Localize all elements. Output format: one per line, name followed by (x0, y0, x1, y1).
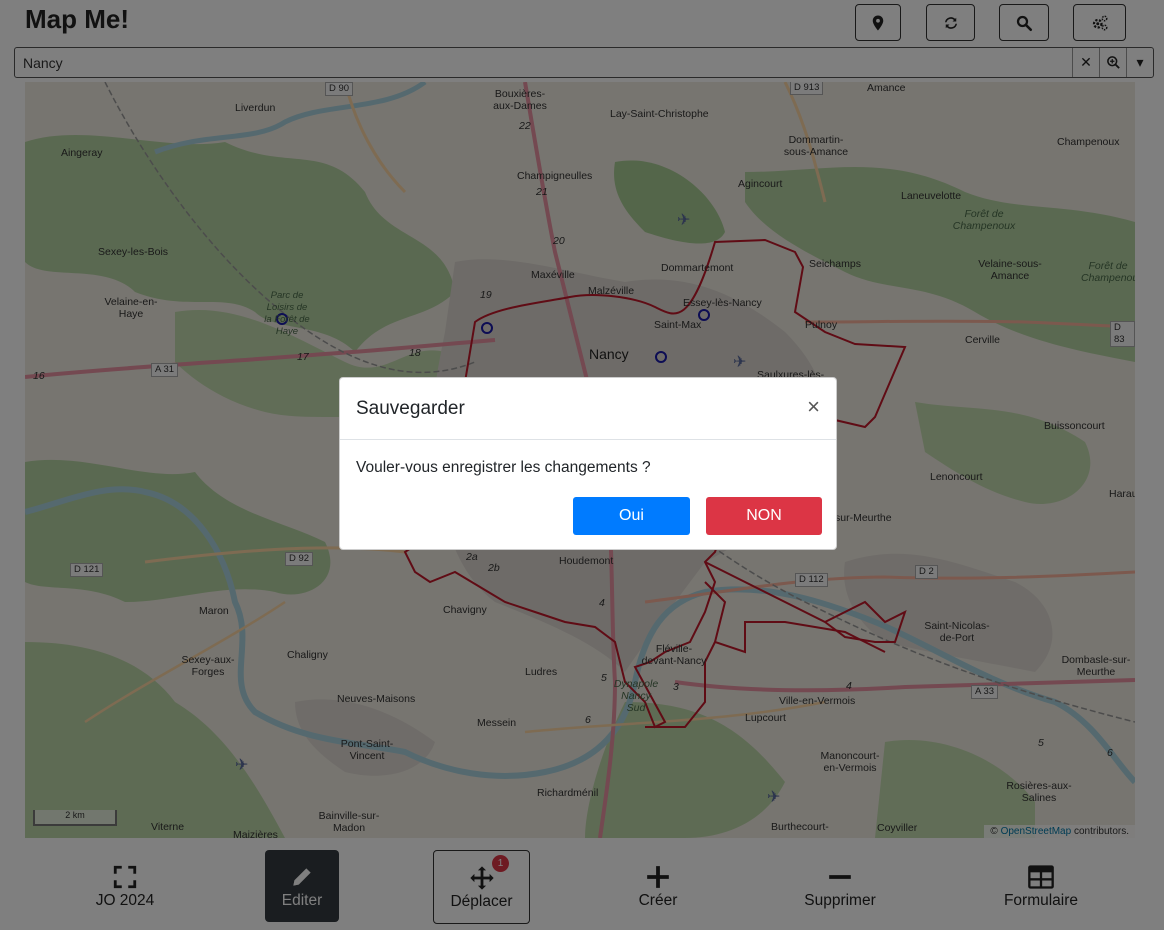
confirm-button[interactable]: Oui (573, 497, 690, 535)
dialog-title: Sauvegarder (356, 398, 465, 419)
save-dialog: Sauvegarder × Vouler-vous enregistrer le… (339, 377, 837, 550)
dialog-message: Vouler-vous enregistrer les changements … (356, 459, 651, 476)
close-icon[interactable]: × (807, 396, 820, 418)
cancel-button[interactable]: NON (706, 497, 822, 535)
dialog-header: Sauvegarder × (340, 378, 836, 440)
